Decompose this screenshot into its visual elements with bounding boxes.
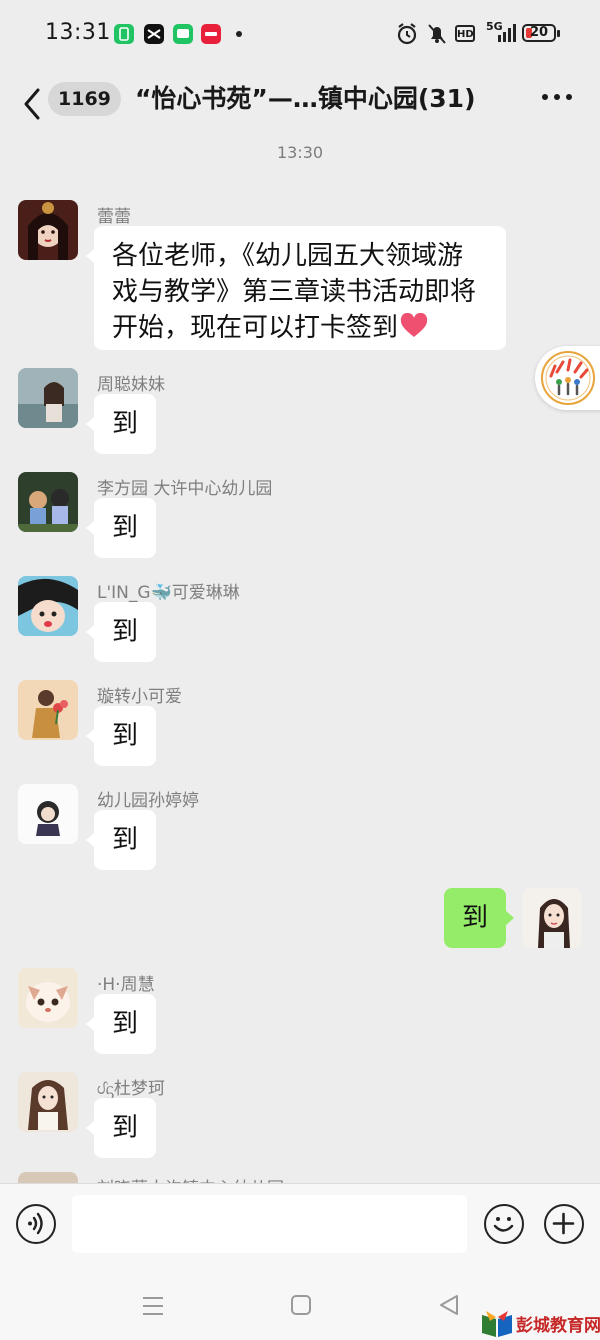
menu-icon[interactable] (140, 1293, 166, 1319)
sender-name: ·H·周慧 (97, 975, 155, 995)
bubble-tail (86, 248, 95, 264)
voice-icon (28, 1212, 43, 1235)
status-time: 13:31 (45, 20, 111, 45)
avatar[interactable] (18, 1172, 78, 1183)
self-avatar[interactable] (522, 888, 582, 948)
avatar[interactable] (18, 1072, 78, 1132)
mute-icon (428, 24, 446, 44)
more-notifications-dot (236, 31, 242, 37)
avatar[interactable] (18, 784, 78, 844)
chat-header: 1169 “怡心书苑”—…镇中心园(31) (0, 70, 600, 132)
message-bubble[interactable]: 到 (86, 706, 156, 766)
hd-label: HD (457, 29, 474, 40)
self-message-item: 到 (0, 886, 600, 952)
chat-title[interactable]: “怡心书苑”—…镇中心园(31) (135, 78, 476, 120)
sender-name: 周聪妹妹 (97, 375, 165, 395)
emoji-button[interactable] (484, 1204, 524, 1244)
more-actions-button[interactable] (544, 1204, 584, 1244)
unread-count-badge[interactable]: 1169 (48, 82, 121, 116)
message-bubble[interactable]: 各位老师，《幼儿园五大领域游戏与教学》第三章读书活动即将开始，现在可以打卡签到 (86, 226, 506, 350)
sender-name: 璇转小可爱 (97, 687, 182, 707)
back-triangle-icon[interactable] (437, 1292, 461, 1318)
sender-name: 蕾蕾 (97, 207, 131, 227)
app-notification-icon (114, 24, 134, 44)
xiaohongshu-icon (201, 24, 221, 44)
bubble-tail (505, 910, 514, 926)
more-options-button[interactable] (540, 94, 574, 104)
message-text: 到 (111, 1009, 138, 1039)
sender-name: 李方园 大许中心幼儿园 (97, 479, 273, 499)
message-text: 到 (111, 617, 138, 647)
message-input[interactable] (72, 1195, 467, 1253)
avatar[interactable] (18, 472, 78, 532)
alarm-icon (397, 23, 417, 45)
heart-emoji (400, 312, 428, 349)
message-item: ·H·周慧 到 (0, 966, 600, 1056)
sender-name: L'IN_G🐳可爱琳琳 (97, 583, 240, 603)
message-bubble[interactable]: 到 (86, 810, 156, 870)
message-app-icon (173, 24, 193, 44)
message-text: 到 (111, 721, 138, 751)
sender-name: 刘晓蕾大许镇中心幼儿园 (97, 1174, 284, 1183)
home-square-icon[interactable] (289, 1293, 313, 1317)
message-bubble[interactable]: 到 (86, 994, 156, 1054)
chevron-left-icon (24, 88, 40, 120)
dot (554, 94, 560, 100)
message-item: 李方园 大许中心幼儿园 到 (0, 470, 600, 560)
heart-icon (400, 312, 428, 337)
bubble-tail (86, 1016, 95, 1032)
message-text: 到 (111, 1113, 138, 1143)
avatar[interactable] (18, 200, 78, 260)
message-item: ᦔᦓ杜梦珂 到 (0, 1070, 600, 1160)
message-bubble[interactable]: 到 (86, 394, 156, 454)
avatar[interactable] (18, 368, 78, 428)
sender-name: 幼儿园孙婷婷 (97, 791, 199, 811)
self-message-bubble[interactable]: 到 (444, 888, 514, 948)
bubble-tail (86, 416, 95, 432)
battery-tip (557, 30, 560, 37)
message-text: 到 (111, 825, 138, 855)
message-item: 幼儿园孙婷婷 到 (0, 782, 600, 872)
bubble-tail (86, 520, 95, 536)
battery-icon: 20 (522, 24, 556, 42)
avatar[interactable] (18, 680, 78, 740)
back-button[interactable] (18, 80, 48, 120)
message-bubble[interactable]: 到 (86, 602, 156, 662)
message-text: 到 (111, 513, 138, 543)
watermark-text: 彭城教育网 (516, 1316, 600, 1336)
bubble-tail (86, 624, 95, 640)
message-item: 蕾蕾 各位老师，《幼儿园五大领域游戏与教学》第三章读书活动即将开始，现在可以打卡… (0, 198, 600, 358)
message-item: 刘晓蕾大许镇中心幼儿园 (0, 1170, 600, 1183)
bubble-tail (86, 1120, 95, 1136)
message-timestamp: 13:30 (276, 143, 324, 162)
dot (542, 94, 548, 100)
capcut-icon (144, 24, 164, 44)
message-input-bar (0, 1183, 600, 1274)
message-text: 到 (111, 409, 138, 439)
signal-icon (498, 24, 516, 42)
message-bubble[interactable]: 到 (86, 1098, 156, 1158)
bubble-tail (86, 832, 95, 848)
hd-icon: HD (455, 25, 475, 42)
book-logo-icon (482, 1311, 512, 1337)
avatar[interactable] (18, 576, 78, 636)
message-item: 周聪妹妹 到 (0, 366, 600, 456)
watermark: 彭城教育网 (478, 1308, 600, 1340)
emoji-icon (493, 1217, 514, 1232)
kindergarten-logo-icon (541, 351, 595, 405)
floating-logo-button[interactable] (535, 346, 600, 410)
message-bubble[interactable]: 到 (86, 498, 156, 558)
sender-name: ᦔᦓ杜梦珂 (97, 1079, 165, 1099)
message-item: L'IN_G🐳可爱琳琳 到 (0, 574, 600, 664)
bubble-tail (86, 728, 95, 744)
dot (566, 94, 572, 100)
status-bar: 13:31 HD 5G 20 (0, 0, 600, 70)
plus-icon (552, 1212, 575, 1235)
message-item: 璇转小可爱 到 (0, 678, 600, 768)
avatar[interactable] (18, 968, 78, 1028)
voice-input-button[interactable] (16, 1204, 56, 1244)
message-text: 到 (461, 903, 488, 933)
battery-level: 20 (529, 25, 549, 40)
